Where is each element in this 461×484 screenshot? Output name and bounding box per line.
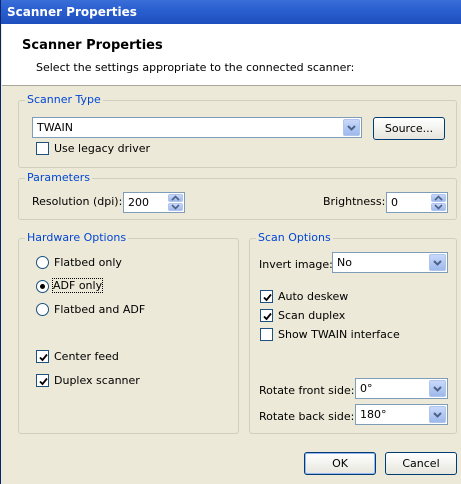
resolution-value: 200 [128,196,149,209]
legacy-driver-label: Use legacy driver [54,142,151,155]
brightness-spinner[interactable]: 0 [386,192,448,213]
rotate-front-value: 0° [360,382,373,395]
check-icon [263,312,272,321]
flatbed-and-adf-radio[interactable] [36,303,49,316]
source-button[interactable]: Source... [373,117,445,140]
check-icon [39,353,48,362]
flatbed-only-label: Flatbed only [54,256,122,269]
show-twain-label: Show TWAIN interface [278,328,400,341]
show-twain-checkbox[interactable] [260,328,273,341]
cancel-button[interactable]: Cancel [385,452,457,475]
scanner-type-value: TWAIN [37,121,73,134]
invert-image-combo[interactable]: No [332,252,448,273]
check-icon [263,293,272,302]
dialog-header: Scanner Properties Select the settings a… [2,24,461,86]
cancel-button-label: Cancel [402,457,440,470]
flatbed-and-adf-label: Flatbed and ADF [54,303,146,316]
chevron-down-icon[interactable] [343,119,360,136]
scanner-type-legend: Scanner Type [25,93,103,106]
ok-button[interactable]: OK [304,452,376,475]
scan-duplex-label: Scan duplex [278,309,346,322]
brightness-label: Brightness: [323,195,386,208]
chevron-down-icon[interactable] [429,254,446,271]
resolution-label: Resolution (dpi): [32,195,123,208]
spin-arrows-icon[interactable] [431,194,446,211]
auto-deskew-label: Auto deskew [278,290,349,303]
hardware-options-legend: Hardware Options [25,231,129,244]
resolution-spinner[interactable]: 200 [123,192,185,213]
window-title: Scanner Properties [1,0,461,24]
center-feed-label: Center feed [54,350,119,363]
scanner-properties-dialog: Scanner Properties Scanner Properties Se… [0,0,461,484]
brightness-value: 0 [391,196,398,209]
parameters-legend: Parameters [25,171,92,184]
invert-image-label: Invert image: [259,258,333,271]
flatbed-only-radio[interactable] [36,256,49,269]
rotate-back-combo[interactable]: 180° [355,404,448,425]
chevron-down-icon[interactable] [429,406,446,423]
adf-only-radio[interactable] [36,280,49,293]
scanner-type-combo[interactable]: TWAIN [32,117,362,138]
chevron-down-icon[interactable] [429,380,446,397]
header-title: Scanner Properties [22,38,163,53]
hardware-options-group: Hardware Options [18,231,239,434]
ok-button-label: OK [332,457,348,470]
scan-options-legend: Scan Options [256,231,333,244]
source-button-label: Source... [384,122,434,135]
radio-dot-icon [40,284,45,289]
rotate-back-label: Rotate back side: [259,410,355,423]
duplex-scanner-label: Duplex scanner [54,374,140,387]
duplex-scanner-checkbox[interactable] [36,374,49,387]
center-feed-checkbox[interactable] [36,350,49,363]
invert-image-value: No [337,256,352,269]
rotate-front-combo[interactable]: 0° [355,378,448,399]
rotate-back-value: 180° [360,408,387,421]
check-icon [39,377,48,386]
rotate-front-label: Rotate front side: [259,384,355,397]
scan-duplex-checkbox[interactable] [260,309,273,322]
spin-arrows-icon[interactable] [168,194,183,211]
adf-only-label: ADF only [51,278,104,293]
header-subtitle: Select the settings appropriate to the c… [36,61,355,74]
auto-deskew-checkbox[interactable] [260,290,273,303]
legacy-driver-checkbox[interactable] [36,142,49,155]
